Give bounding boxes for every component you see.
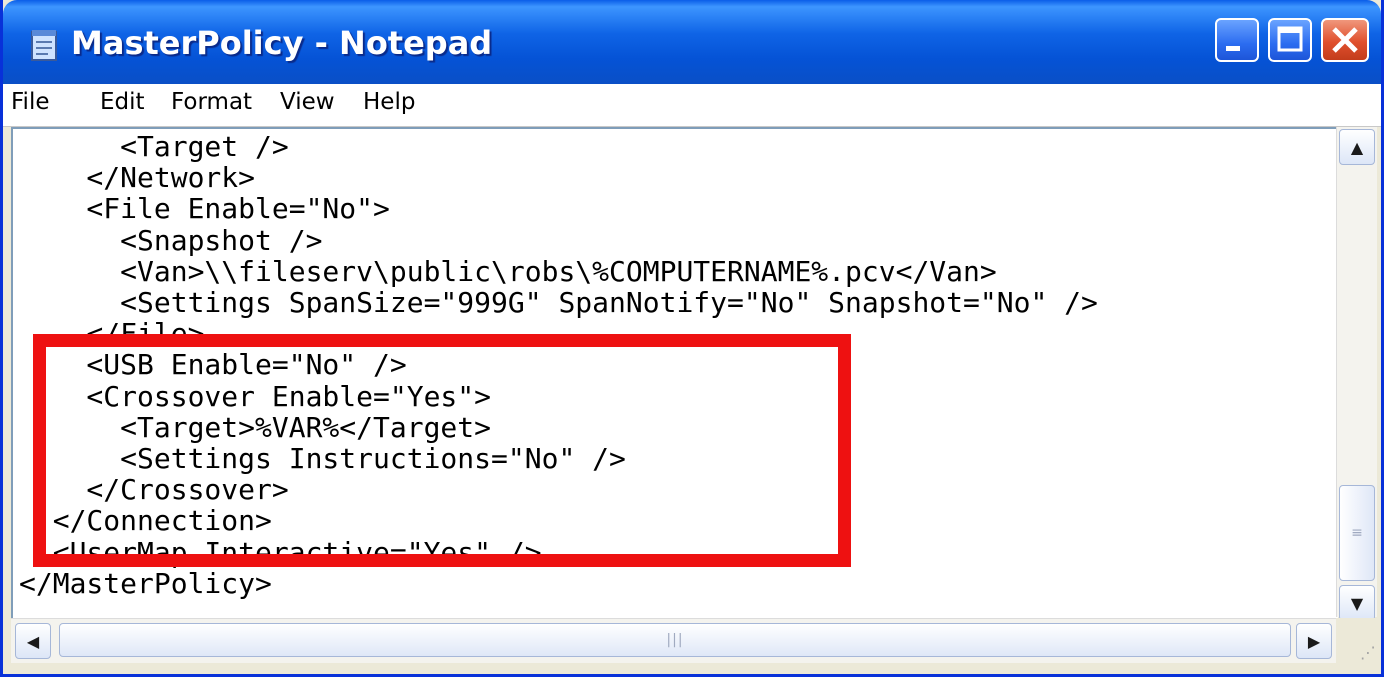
menu-help[interactable]: Help [363,89,415,115]
code-line: <Settings SpanSize="999G" SpanNotify="No… [19,286,1098,320]
title-bar[interactable]: MasterPolicy - Notepad [3,0,1381,84]
menu-view[interactable]: View [280,89,335,115]
text-editor[interactable]: <Target /> </Network> <File Enable="No">… [11,127,1338,619]
resize-grip-icon: ⋰ [1360,643,1376,662]
menu-bar: File Edit Format View Help [3,84,1381,127]
code-line: <Target /> [19,130,289,163]
menu-edit[interactable]: Edit [100,89,145,115]
scroll-left-button[interactable]: ◀ [15,623,51,659]
close-icon [1332,27,1358,53]
code-line: <File Enable="No"> [19,192,390,226]
minimize-icon [1226,46,1240,51]
resize-grip[interactable]: ⋰ [1336,618,1376,662]
chevron-down-icon: ▼ [1350,593,1364,613]
horizontal-scrollbar[interactable]: ◀ ||| ▶ [11,618,1336,663]
chevron-left-icon: ◀ [26,631,40,651]
vertical-scroll-thumb[interactable]: ≡ [1339,485,1375,581]
code-line: <Snapshot /> [19,223,323,257]
horizontal-scroll-thumb[interactable]: ||| [59,623,1291,657]
chevron-right-icon: ▶ [1307,631,1321,651]
code-line: </Network> [19,161,256,195]
highlight-box [33,334,851,567]
close-button[interactable] [1321,18,1369,62]
code-line: <Van>\\fileserv\public\robs\%COMPUTERNAM… [19,254,997,288]
minimize-button[interactable] [1215,18,1259,62]
notepad-icon [31,30,57,61]
window-title: MasterPolicy - Notepad [71,24,493,62]
scroll-down-button[interactable]: ▼ [1339,585,1375,621]
menu-format[interactable]: Format [171,89,252,115]
scroll-right-button[interactable]: ▶ [1296,623,1332,659]
notepad-window: MasterPolicy - Notepad File Edit Format … [0,0,1384,677]
vertical-scrollbar[interactable]: ▲ ≡ ▼ [1336,127,1377,621]
maximize-icon [1277,26,1303,52]
grip-icon: ||| [666,632,684,648]
chevron-up-icon: ▲ [1350,137,1364,157]
scroll-up-button[interactable]: ▲ [1339,129,1375,165]
maximize-button[interactable] [1268,18,1312,62]
code-line: </MasterPolicy> [19,566,272,600]
grip-icon: ≡ [1351,525,1363,541]
menu-file[interactable]: File [11,89,50,115]
